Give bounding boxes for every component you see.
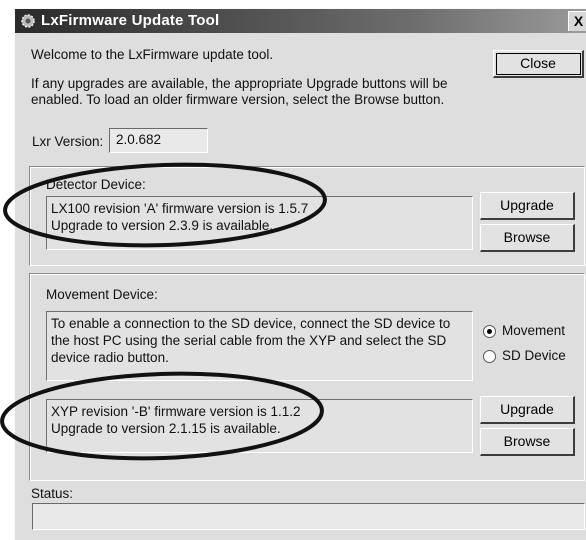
movement-device-label: Movement Device: <box>46 287 158 302</box>
detector-status-box: LX100 revision 'A' firmware version is 1… <box>46 196 473 250</box>
sd-device-radio-label[interactable]: SD Device <box>502 348 566 363</box>
lxr-version-field: 2.0.682 <box>109 128 208 153</box>
app-gear-icon <box>21 14 35 28</box>
window-title: LxFirmware Update Tool <box>41 12 220 29</box>
info-text-line1: If any upgrades are available, the appro… <box>31 76 448 91</box>
detector-status-line1: LX100 revision 'A' firmware version is 1… <box>51 201 309 216</box>
detector-browse-button[interactable]: Browse <box>480 224 575 252</box>
movement-info-line3: device radio button. <box>51 350 169 365</box>
movement-status-line1: XYP revision '-B' firmware version is 1.… <box>51 404 301 419</box>
detector-status-line2: Upgrade to version 2.3.9 is available. <box>51 218 274 233</box>
lxr-version-label: Lxr Version: <box>32 134 104 149</box>
movement-status-line2: Upgrade to version 2.1.15 is available. <box>51 421 281 436</box>
movement-info-line2: the host PC using the serial cable from … <box>51 333 447 348</box>
status-label: Status: <box>31 486 74 501</box>
info-text-line2: enabled. To load an older firmware versi… <box>31 92 445 107</box>
radio-selected-dot <box>487 329 492 334</box>
movement-browse-button[interactable]: Browse <box>480 428 575 456</box>
movement-upgrade-button[interactable]: Upgrade <box>480 396 575 424</box>
movement-radio-label[interactable]: Movement <box>502 323 565 338</box>
close-window-icon[interactable]: X <box>568 11 586 31</box>
title-bar[interactable]: LxFirmware Update Tool X <box>15 9 586 33</box>
movement-info-line1: To enable a connection to the SD device,… <box>51 316 451 331</box>
detector-upgrade-button[interactable]: Upgrade <box>480 192 575 220</box>
welcome-text: Welcome to the LxFirmware update tool. <box>31 47 274 62</box>
movement-radio[interactable] <box>483 325 496 338</box>
firmware-update-window: LxFirmware Update Tool X Welcome to the … <box>14 8 586 540</box>
movement-status-box: XYP revision '-B' firmware version is 1.… <box>46 399 473 453</box>
status-field <box>32 503 585 530</box>
detector-device-label: Detector Device: <box>46 177 146 192</box>
movement-info-box: To enable a connection to the SD device,… <box>46 311 473 381</box>
close-button[interactable]: Close <box>493 50 584 78</box>
sd-device-radio[interactable] <box>483 350 496 363</box>
